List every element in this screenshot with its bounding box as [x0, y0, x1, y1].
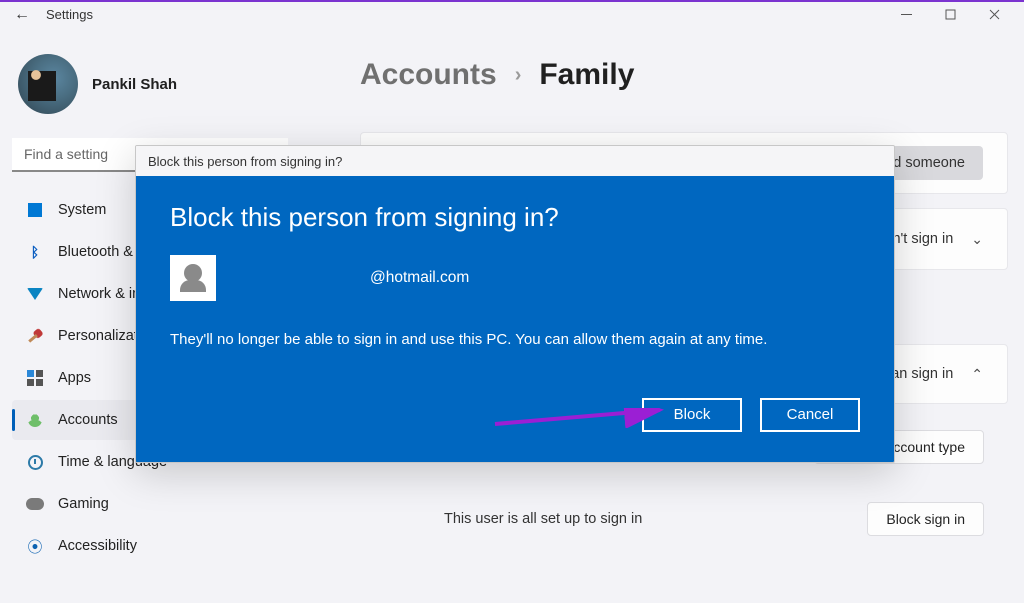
signin-ready-label: This user is all set up to sign in — [444, 511, 642, 527]
close-icon — [989, 9, 1000, 20]
accessibility-icon: ⦿ — [26, 537, 44, 555]
minimize-icon — [901, 9, 912, 20]
search-placeholder: Find a setting — [24, 146, 108, 162]
sidebar-item-label: Accessibility — [58, 538, 137, 554]
sidebar-item-label: System — [58, 202, 106, 218]
block-sign-in-button[interactable]: Block sign in — [867, 502, 984, 536]
wifi-icon — [26, 285, 44, 303]
account-icon — [26, 411, 44, 429]
minimize-button[interactable] — [884, 1, 928, 29]
back-button[interactable]: ← — [8, 1, 36, 29]
sidebar-item-gaming[interactable]: Gaming — [12, 484, 288, 524]
maximize-button[interactable] — [928, 1, 972, 29]
app-title: Settings — [46, 7, 93, 22]
close-button[interactable] — [972, 1, 1016, 29]
dialog-heading: Block this person from signing in? — [170, 202, 860, 233]
block-signin-dialog: Block this person from signing in? Block… — [135, 145, 895, 463]
maximize-icon — [945, 9, 956, 20]
sidebar-item-label: Accounts — [58, 412, 118, 428]
dialog-block-button[interactable]: Block — [642, 398, 742, 432]
chevron-down-icon: ⌄ — [971, 231, 983, 248]
accent-line — [0, 0, 1024, 2]
dialog-cancel-button[interactable]: Cancel — [760, 398, 860, 432]
chevron-right-icon: › — [515, 64, 522, 87]
window-titlebar: ← Settings — [0, 0, 1024, 30]
dialog-message: They'll no longer be able to sign in and… — [170, 329, 860, 352]
dialog-user-row: @hotmail.com — [170, 255, 860, 301]
apps-icon — [26, 369, 44, 387]
sidebar-item-label: Apps — [58, 370, 91, 386]
breadcrumb-parent[interactable]: Accounts — [360, 58, 497, 92]
clock-icon — [26, 453, 44, 471]
user-name: Pankil Shah — [92, 76, 177, 93]
dialog-titlebar: Block this person from signing in? — [136, 146, 894, 176]
dialog-user-email: @hotmail.com — [370, 269, 469, 287]
system-icon — [26, 201, 44, 219]
avatar — [18, 54, 78, 114]
signin-ready-row: This user is all set up to sign in Block… — [360, 490, 1008, 548]
breadcrumb-current: Family — [539, 58, 634, 92]
breadcrumb: Accounts › Family — [360, 58, 1008, 92]
user-profile[interactable]: Pankil Shah — [12, 54, 288, 114]
sidebar-item-accessibility[interactable]: ⦿ Accessibility — [12, 526, 288, 566]
sidebar-item-label: Gaming — [58, 496, 109, 512]
bluetooth-icon: ᛒ — [26, 243, 44, 261]
brush-icon — [26, 327, 44, 345]
dialog-avatar — [170, 255, 216, 301]
game-icon — [26, 495, 44, 513]
chevron-up-icon: ⌃ — [971, 366, 983, 383]
